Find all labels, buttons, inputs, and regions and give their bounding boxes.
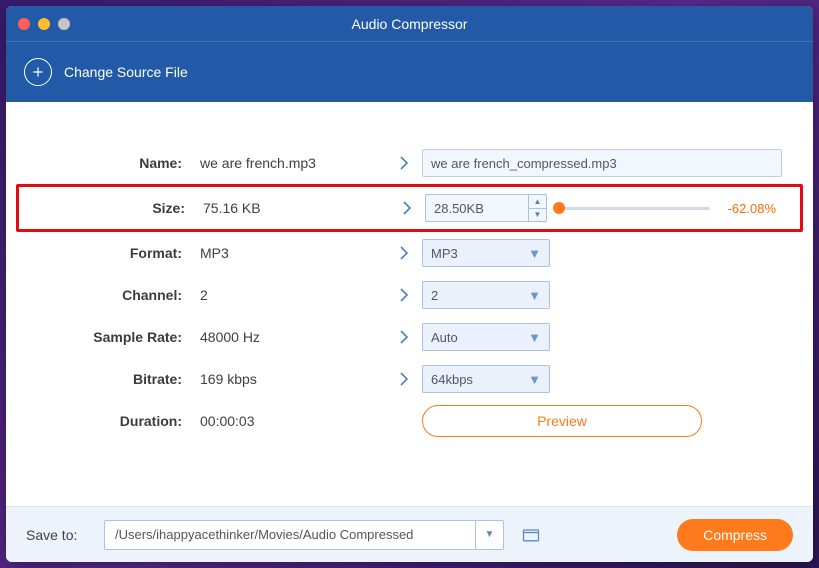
- format-label: Format:: [36, 245, 196, 261]
- row-size: Size: 75.16 KB 28.50KB ▲ ▼: [39, 187, 780, 229]
- row-name: Name: we are french.mp3: [26, 142, 793, 184]
- size-source-value: 75.16 KB: [199, 200, 389, 216]
- size-row-highlight: Size: 75.16 KB 28.50KB ▲ ▼: [16, 184, 803, 232]
- content: Name: we are french.mp3 Size: 75.16 KB 2…: [6, 102, 813, 506]
- name-source-value: we are french.mp3: [196, 155, 386, 171]
- format-select[interactable]: MP3 ▼: [422, 239, 550, 267]
- slider-track[interactable]: [559, 207, 710, 210]
- app-window: Audio Compressor Change Source File Name…: [6, 6, 813, 562]
- subheader: Change Source File: [6, 42, 813, 102]
- arrow-icon: [386, 330, 422, 344]
- channel-select-value: 2: [431, 288, 438, 303]
- minimize-window-button[interactable]: [38, 18, 50, 30]
- size-stepper[interactable]: 28.50KB ▲ ▼: [425, 194, 547, 222]
- slider-thumb[interactable]: [553, 202, 565, 214]
- titlebar: Audio Compressor: [6, 6, 813, 42]
- add-icon[interactable]: [24, 58, 52, 86]
- chevron-down-icon: ▼: [528, 372, 541, 387]
- samplerate-label: Sample Rate:: [36, 329, 196, 345]
- name-label: Name:: [36, 155, 196, 171]
- save-path-input[interactable]: [104, 520, 476, 550]
- samplerate-select-value: Auto: [431, 330, 458, 345]
- channel-source-value: 2: [196, 287, 386, 303]
- arrow-icon: [386, 372, 422, 386]
- chevron-down-icon: ▼: [485, 529, 495, 540]
- channel-select[interactable]: 2 ▼: [422, 281, 550, 309]
- row-samplerate: Sample Rate: 48000 Hz Auto ▼: [26, 316, 793, 358]
- bitrate-select[interactable]: 64kbps ▼: [422, 365, 550, 393]
- format-source-value: MP3: [196, 245, 386, 261]
- open-folder-button[interactable]: [516, 520, 546, 550]
- bitrate-label: Bitrate:: [36, 371, 196, 387]
- row-bitrate: Bitrate: 169 kbps 64kbps ▼: [26, 358, 793, 400]
- save-path-dropdown[interactable]: ▼: [476, 520, 504, 550]
- row-duration: Duration: 00:00:03 Preview: [26, 400, 793, 442]
- samplerate-select[interactable]: Auto ▼: [422, 323, 550, 351]
- format-select-value: MP3: [431, 246, 458, 261]
- close-window-button[interactable]: [18, 18, 30, 30]
- save-to-label: Save to:: [26, 527, 92, 543]
- duration-label: Duration:: [36, 413, 196, 429]
- compress-button[interactable]: Compress: [677, 519, 793, 551]
- size-output-value: 28.50KB: [426, 195, 528, 221]
- size-step-down[interactable]: ▼: [529, 209, 546, 222]
- size-slider[interactable]: -62.08%: [559, 201, 780, 216]
- arrow-icon: [389, 201, 425, 215]
- save-path-select: ▼: [104, 520, 504, 550]
- channel-label: Channel:: [36, 287, 196, 303]
- row-channel: Channel: 2 2 ▼: [26, 274, 793, 316]
- arrow-icon: [386, 246, 422, 260]
- arrow-icon: [386, 156, 422, 170]
- chevron-down-icon: ▼: [528, 246, 541, 261]
- change-source-button[interactable]: Change Source File: [64, 64, 188, 80]
- chevron-down-icon: ▼: [528, 288, 541, 303]
- bitrate-select-value: 64kbps: [431, 372, 473, 387]
- output-name-input[interactable]: [422, 149, 782, 177]
- window-title: Audio Compressor: [70, 16, 749, 32]
- fullscreen-window-button[interactable]: [58, 18, 70, 30]
- size-label: Size:: [39, 200, 199, 216]
- footer: Save to: ▼ Compress: [6, 506, 813, 562]
- bitrate-source-value: 169 kbps: [196, 371, 386, 387]
- samplerate-source-value: 48000 Hz: [196, 329, 386, 345]
- arrow-icon: [386, 288, 422, 302]
- preview-button[interactable]: Preview: [422, 405, 702, 437]
- row-format: Format: MP3 MP3 ▼: [26, 232, 793, 274]
- size-step-up[interactable]: ▲: [529, 195, 546, 209]
- chevron-down-icon: ▼: [528, 330, 541, 345]
- duration-value: 00:00:03: [196, 413, 386, 429]
- traffic-lights: [18, 18, 70, 30]
- size-delta: -62.08%: [716, 201, 776, 216]
